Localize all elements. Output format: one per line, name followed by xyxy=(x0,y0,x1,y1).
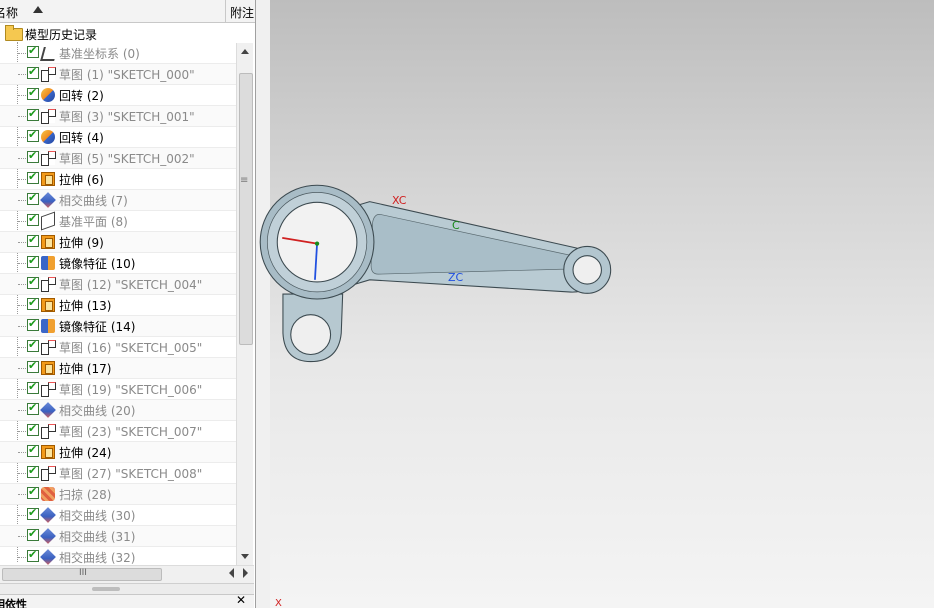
origin-label: C xyxy=(452,219,460,232)
z-axis-label: ZC xyxy=(448,271,464,284)
connecting-rod-model[interactable] xyxy=(0,0,664,608)
corner-x-label: X xyxy=(275,598,282,609)
lower-hole xyxy=(290,314,332,356)
small-end-hole xyxy=(572,255,602,285)
origin-point xyxy=(314,241,320,246)
x-axis-label: XC xyxy=(392,194,407,207)
